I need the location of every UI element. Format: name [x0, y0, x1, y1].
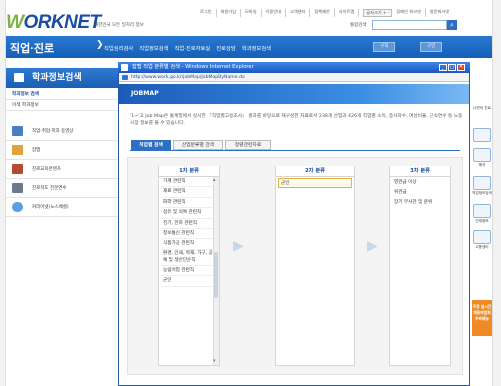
- list-item-selected[interactable]: 군인: [278, 178, 352, 188]
- sidebar-item-video[interactable]: 직업·취업·학과 동영상: [6, 122, 124, 141]
- chevron-down-icon[interactable]: ▾: [213, 358, 216, 364]
- rail-center[interactable]: 고용센터: [472, 245, 492, 250]
- rail-jobinfo-box[interactable]: [473, 176, 491, 190]
- nav-link-major[interactable]: 학과정보검색: [242, 44, 271, 52]
- category-list-3: 영관급 이상 위관급 장기 부사관 및 준위: [392, 178, 446, 209]
- nav-link-counsel[interactable]: 진로상담: [216, 44, 236, 52]
- list-item[interactable]: 위관급: [392, 188, 446, 198]
- list-item[interactable]: 장기 부사관 및 준위: [392, 198, 446, 208]
- top-link-guide[interactable]: 이용안내: [266, 9, 286, 17]
- arrow-right-icon: ▶: [367, 238, 378, 254]
- search-icon[interactable]: ⌕: [447, 20, 457, 30]
- top-links: 로그인 회원가입 모바일 이용안내 고객센터 정책제안 사이트맵 글자크기 + …: [200, 9, 453, 17]
- training-icon: [12, 183, 23, 193]
- sidebar-item-jobmap[interactable]: 잡맵: [6, 141, 124, 160]
- list-item[interactable]: 섬유 및 의복 관련직: [161, 208, 213, 219]
- column-3-header: 3차 분류: [390, 166, 450, 177]
- top-link-support[interactable]: 고객센터: [290, 9, 311, 17]
- maximize-icon[interactable]: □: [448, 64, 456, 71]
- worknet-logo[interactable]: WORKNET: [6, 12, 101, 34]
- top-link-policy[interactable]: 정책제안: [314, 9, 335, 17]
- top-link-english[interactable]: 영문워크넷: [430, 9, 453, 17]
- jobmap-description: '1~'고 Job Map은 통계청에서 실시한 『직업별고용조사』 결과를 바…: [130, 114, 463, 126]
- column-2-header: 2차 분류: [276, 166, 354, 177]
- list-1-scroll-thumb[interactable]: [214, 252, 218, 298]
- cloud-icon: [12, 202, 23, 212]
- chevron-up-icon[interactable]: ▴: [213, 177, 216, 183]
- nav-button-job-seek[interactable]: 구직: [373, 42, 396, 52]
- close-icon[interactable]: ✕: [457, 64, 465, 71]
- monitor-icon: [14, 73, 24, 82]
- minimize-icon[interactable]: _: [439, 64, 447, 71]
- nav-link-job-search[interactable]: 직업정보검색: [139, 44, 168, 52]
- font-size-control[interactable]: 글자크기 + -: [363, 9, 393, 17]
- list-item[interactable]: 가계 관련직: [161, 177, 213, 188]
- nav-link-aptitude[interactable]: 직업심리검사: [104, 44, 133, 52]
- sidebar-item-edu-content[interactable]: 진로교육콘텐츠: [6, 160, 124, 179]
- popup-title-bar[interactable]: 잡맵 직업 분류별 검색 - Windows Internet Explorer: [118, 62, 470, 73]
- nav-button-recruit[interactable]: 구인: [420, 42, 443, 52]
- top-link-login[interactable]: 로그인: [200, 9, 217, 17]
- rail-jobinfo[interactable]: 직업정보검색: [472, 191, 492, 196]
- category-column-2: [275, 166, 355, 366]
- page-scrollbar[interactable]: [492, 0, 501, 386]
- sidebar-sub-major-search[interactable]: 학과정보 검색: [6, 90, 124, 100]
- rail-fair-banner[interactable]: 주장 실시간 채용박람회 우측메뉴: [472, 300, 492, 336]
- rail-interpret[interactable]: 해석: [472, 163, 492, 168]
- search-input[interactable]: [372, 20, 447, 30]
- column-1-header: 1차 분류: [159, 166, 219, 177]
- rail-talent[interactable]: 인재정보: [472, 219, 492, 224]
- tab-sort-data[interactable]: 정렬관련자료: [225, 140, 271, 150]
- rail-my-career[interactable]: 나만의 진로: [472, 106, 492, 111]
- book-icon: [12, 164, 23, 174]
- top-link-sitemap[interactable]: 사이트맵: [339, 9, 360, 17]
- sidebar-item-training[interactable]: 진로지도 전문연수: [6, 179, 124, 198]
- search-label: 통합검색: [350, 23, 367, 28]
- tab-industry-search[interactable]: 산업분류별 검색: [173, 140, 223, 150]
- list-item[interactable]: 화학 관련직: [161, 198, 213, 209]
- sidebar-sub-unique-major[interactable]: 이색 학과정보: [6, 101, 124, 111]
- list-item[interactable]: 군인: [161, 276, 213, 287]
- nav-brand[interactable]: 직업·진로: [10, 40, 54, 56]
- arrow-right-icon: ▶: [233, 238, 244, 254]
- list-item[interactable]: 환경, 인쇄, 목재, 가구, 공예 및 생산단순직: [161, 250, 213, 266]
- top-link-disabled-worknet[interactable]: 장애인 워크넷: [396, 9, 426, 17]
- map-icon: [12, 145, 23, 155]
- category-list-2: 군인: [278, 178, 352, 188]
- address-bar[interactable]: http://www.work.go.kr/jobMap/JobMapByNam…: [119, 73, 469, 82]
- ie-icon: [121, 64, 128, 71]
- top-link-join[interactable]: 회원가입: [221, 9, 241, 17]
- sidebar-item-careernet[interactable]: 커리어넷(노스페셜): [6, 198, 124, 217]
- category-list-1: 가계 관련직 재료 관련직 화학 관련직 섬유 및 의복 관련직 전기, 전자 …: [161, 177, 213, 287]
- jobmap-banner: JOBMAP: [119, 84, 469, 104]
- nav-links: 직업심리검사 직업정보검색 직업·진로자료실 진로상담 학과정보검색: [104, 44, 271, 52]
- chevron-right-icon: ❯: [96, 40, 104, 50]
- rail-talent-box[interactable]: [473, 204, 491, 218]
- list-item[interactable]: 재료 관련직: [161, 187, 213, 198]
- rail-center-box[interactable]: [473, 230, 491, 244]
- top-link-mobile[interactable]: 모바일: [245, 9, 262, 17]
- video-icon: [12, 126, 23, 136]
- list-item[interactable]: 식품가공 관련직: [161, 239, 213, 250]
- nav-link-library[interactable]: 직업·진로자료실: [175, 44, 211, 52]
- tab-job-search[interactable]: 직업별 검색: [131, 140, 171, 150]
- logo-tagline: 대한민국 모든 일자리 정보: [94, 23, 144, 28]
- rail-interpret-box[interactable]: [473, 148, 491, 162]
- tab-underline: [130, 150, 460, 151]
- page-icon: [122, 75, 128, 80]
- list-item[interactable]: 농림어업 관련직: [161, 266, 213, 277]
- list-item[interactable]: 영관급 이상: [392, 178, 446, 188]
- chevron-up-icon[interactable]: [473, 128, 491, 142]
- list-item[interactable]: 정보통신 관련직: [161, 229, 213, 240]
- list-item[interactable]: 전기, 전자 관련직: [161, 219, 213, 229]
